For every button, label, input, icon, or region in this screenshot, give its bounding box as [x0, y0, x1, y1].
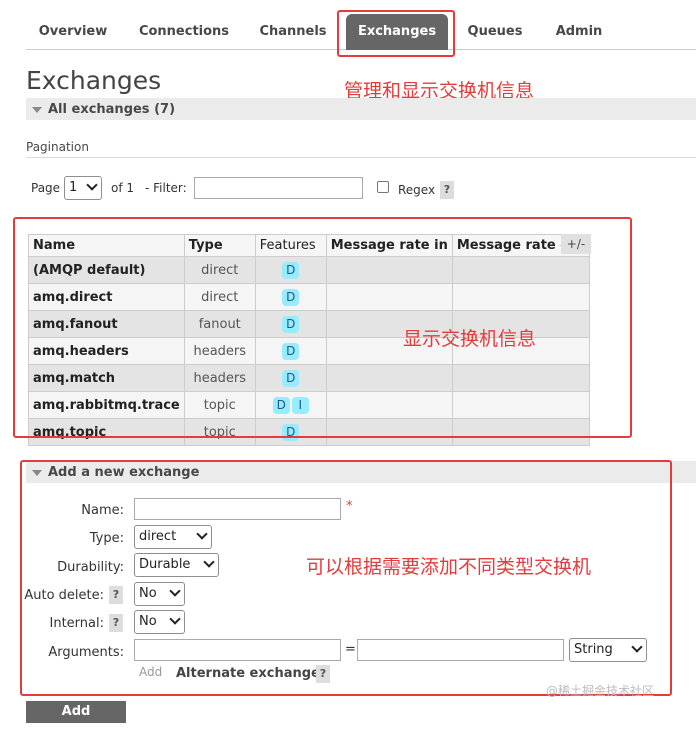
page-title: Exchanges: [26, 66, 162, 95]
watermark-text: @稀土掘金技术社区: [546, 684, 655, 698]
table-annotation: 显示交换机信息: [403, 328, 537, 350]
add-exchange-button[interactable]: Add exchange: [26, 701, 126, 741]
collapse-triangle-icon: [32, 106, 42, 113]
all-exchanges-toggle[interactable]: All exchanges (7): [32, 102, 175, 117]
regex-checkbox[interactable]: [377, 181, 389, 193]
filter-input[interactable]: [194, 177, 363, 199]
tab-overview[interactable]: Overview: [32, 16, 114, 48]
tab-channels[interactable]: Channels: [254, 16, 332, 48]
tab-admin[interactable]: Admin: [548, 16, 610, 48]
filter-label: - Filter:: [145, 181, 187, 195]
table-highlight-box: [13, 217, 632, 438]
page-select-value: 1: [69, 180, 78, 195]
tab-highlight-box: [337, 10, 455, 57]
tab-connections[interactable]: Connections: [134, 16, 234, 48]
all-exchanges-label: All exchanges (7): [48, 102, 176, 117]
divider: [26, 157, 696, 158]
page-select[interactable]: 1: [64, 176, 102, 200]
regex-label: Regex: [398, 183, 436, 197]
page-label: Page: [31, 181, 61, 195]
tab-queues[interactable]: Queues: [462, 16, 528, 48]
form-annotation: 可以根据需要添加不同类型交换机: [306, 556, 592, 578]
pagination-heading: Pagination: [26, 140, 89, 154]
chevron-down-icon: [86, 179, 98, 191]
regex-help-icon[interactable]: ?: [440, 181, 454, 199]
page-of-label: of 1: [111, 181, 135, 195]
